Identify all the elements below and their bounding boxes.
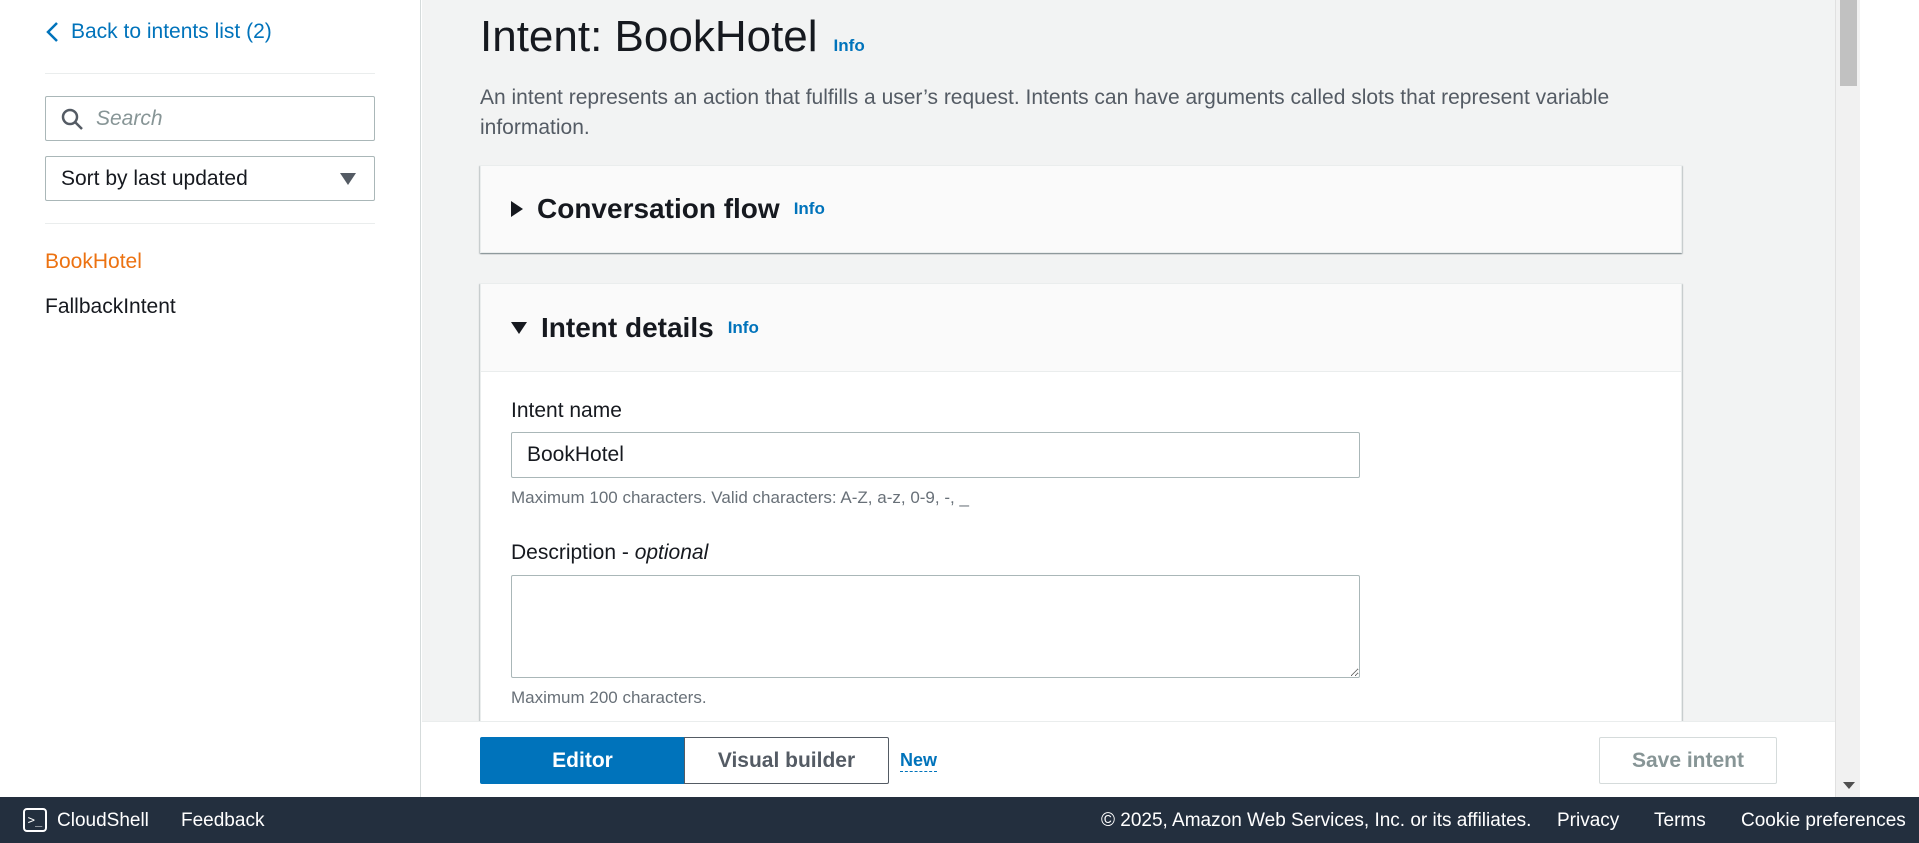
description-label-text: Description - <box>511 541 635 564</box>
intent-name-input[interactable] <box>511 432 1360 478</box>
intents-sidebar: Back to intents list (2) Sort by last up… <box>0 0 421 797</box>
cloudshell-link[interactable]: CloudShell <box>57 810 149 832</box>
caret-down-icon <box>511 321 527 334</box>
sort-select-value: Sort by last updated <box>61 166 248 190</box>
conversation-flow-header[interactable]: Conversation flow Info <box>481 166 1681 252</box>
page-description: An intent represents an action that fulf… <box>480 86 1610 139</box>
description-textarea[interactable] <box>511 575 1360 678</box>
page-title: Intent: BookHotel Info <box>480 12 865 62</box>
divider <box>45 73 375 74</box>
vertical-scrollbar[interactable] <box>1835 0 1860 797</box>
editor-footer-bar: Editor Visual builder New Save intent <box>422 721 1835 797</box>
new-badge-link[interactable]: New <box>900 750 938 772</box>
cookie-preferences-link[interactable]: Cookie preferences <box>1741 810 1906 832</box>
description-hint: Maximum 200 characters. <box>511 688 707 707</box>
feedback-link[interactable]: Feedback <box>181 810 264 832</box>
conversation-flow-panel: Conversation flow Info <box>480 165 1682 253</box>
info-link[interactable]: Info <box>728 318 759 338</box>
optional-tag: optional <box>634 541 709 564</box>
description-label: Description - optional <box>511 541 708 565</box>
caret-right-icon <box>511 201 523 217</box>
cloudshell-icon[interactable]: >_ <box>23 808 47 832</box>
privacy-link[interactable]: Privacy <box>1557 810 1619 832</box>
editor-tab-button[interactable]: Editor <box>480 737 685 784</box>
conversation-flow-title: Conversation flow <box>537 193 780 224</box>
save-intent-button[interactable]: Save intent <box>1599 737 1777 784</box>
terms-link[interactable]: Terms <box>1654 810 1706 832</box>
divider <box>45 223 375 224</box>
intent-search-box[interactable] <box>45 96 375 141</box>
right-gutter <box>1860 0 1919 797</box>
back-to-intents-link[interactable]: Back to intents list (2) <box>45 20 272 44</box>
info-link[interactable]: Info <box>794 199 825 219</box>
copyright-text: © 2025, Amazon Web Services, Inc. or its… <box>1101 810 1532 831</box>
caret-down-icon <box>340 172 356 185</box>
intent-details-title: Intent details <box>541 311 714 343</box>
intent-item-bookhotel[interactable]: BookHotel <box>45 250 142 274</box>
intent-name-label: Intent name <box>511 399 622 422</box>
intent-item-fallbackintent[interactable]: FallbackIntent <box>45 295 176 319</box>
console-footer: >_ CloudShell Feedback © 2025, Amazon We… <box>0 797 1919 843</box>
visual-builder-tab-button[interactable]: Visual builder <box>684 737 889 784</box>
scroll-down-arrow-icon[interactable] <box>1843 782 1855 789</box>
scroll-thumb[interactable] <box>1840 0 1857 86</box>
sort-select[interactable]: Sort by last updated <box>45 156 375 201</box>
intent-details-header[interactable]: Intent details Info <box>481 284 1681 372</box>
intent-editor-main: Intent: BookHotel Info An intent represe… <box>422 0 1835 797</box>
intent-details-panel: Intent details Info Intent name Maximum … <box>480 283 1682 797</box>
intent-name-hint: Maximum 100 characters. Valid characters… <box>511 488 969 507</box>
search-input[interactable] <box>96 106 356 131</box>
search-icon <box>61 108 83 130</box>
back-link-label: Back to intents list (2) <box>71 20 272 43</box>
info-link[interactable]: Info <box>834 36 865 56</box>
chevron-left-icon <box>46 22 58 42</box>
page-title-text: Intent: BookHotel <box>480 12 818 61</box>
